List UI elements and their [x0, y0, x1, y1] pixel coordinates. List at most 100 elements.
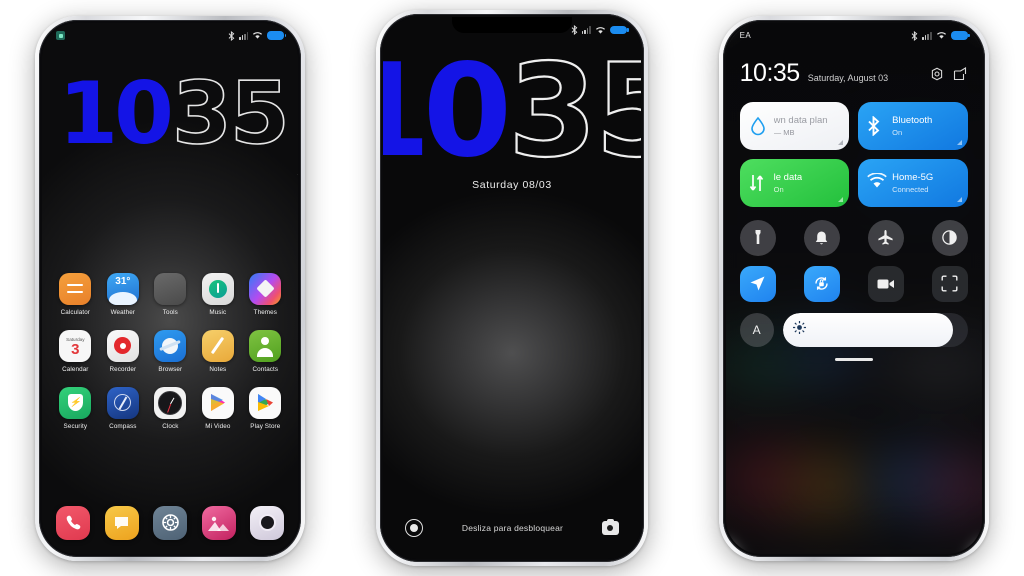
- scanner-icon[interactable]: [931, 265, 968, 302]
- control-center-panel: 10:35 Saturday, August 03 wn data plan —…: [726, 23, 982, 554]
- calendar-day-number: 3: [71, 341, 80, 358]
- app-label: Weather: [110, 308, 136, 316]
- tile-expand-corner[interactable]: [838, 196, 844, 202]
- app-tools[interactable]: Tools: [149, 272, 191, 316]
- tools-folder-icon: [154, 272, 187, 305]
- cc-date: Saturday, August 03: [807, 72, 889, 83]
- clock-hours: 10: [58, 63, 174, 164]
- dark-mode-icon[interactable]: [931, 219, 968, 256]
- tile-title: le data: [773, 171, 803, 183]
- clock-minutes: 35: [171, 63, 290, 164]
- battery-icon: [267, 31, 287, 40]
- signal-bars-icon: [238, 31, 249, 40]
- app-label: Compass: [109, 422, 137, 430]
- auto-brightness-button[interactable]: A: [739, 312, 774, 347]
- edit-icon[interactable]: [953, 66, 968, 81]
- tile-expand-corner[interactable]: [956, 139, 962, 145]
- camera-icon[interactable]: [601, 518, 619, 535]
- app-calculator[interactable]: Calculator: [54, 272, 96, 316]
- app-security[interactable]: ⚡ Security: [54, 386, 96, 430]
- gear-icon[interactable]: [930, 66, 945, 81]
- app-compass[interactable]: Compass: [102, 386, 144, 430]
- tile-expand-corner[interactable]: [956, 196, 962, 202]
- app-recorder[interactable]: Recorder: [102, 329, 144, 373]
- rotation-lock-icon[interactable]: [803, 265, 840, 302]
- settings-icon[interactable]: [153, 505, 188, 540]
- tile-title: wn data plan: [773, 114, 828, 126]
- app-notes[interactable]: Notes: [197, 329, 239, 373]
- browser-icon: [154, 329, 187, 362]
- app-contacts[interactable]: Contacts: [244, 329, 286, 373]
- record-circle-icon[interactable]: [404, 519, 423, 537]
- calculator-icon: [59, 272, 92, 305]
- cc-time: 10:35: [739, 58, 801, 87]
- app-clock[interactable]: Clock: [149, 386, 191, 430]
- status-bar: EA: [726, 23, 982, 49]
- phone-control-center: EA 10:35 Saturday, August 03 wn data pla…: [718, 15, 989, 561]
- screen-recorder-icon[interactable]: [867, 265, 904, 302]
- wifi-icon: [936, 31, 947, 40]
- wifi-icon: [595, 26, 606, 35]
- app-label: Play Store: [250, 422, 281, 430]
- gallery-icon[interactable]: [201, 505, 236, 540]
- bluetooth-icon: [867, 114, 885, 137]
- recorder-icon: [106, 329, 139, 362]
- themes-icon: [249, 272, 282, 305]
- app-label: Recorder: [109, 365, 137, 373]
- phone-home-screen: 10 35 Saturday 03/08/2024 August Calcula…: [35, 15, 306, 561]
- tile-mobile-data[interactable]: le data On: [739, 158, 850, 207]
- phone-icon[interactable]: [56, 505, 91, 540]
- brightness-row: A: [739, 312, 968, 347]
- bluetooth-icon: [571, 25, 578, 35]
- airplane-mode-icon[interactable]: [867, 219, 904, 256]
- app-label: Music: [209, 308, 227, 316]
- phone-bezel: 10 35 Saturday 08/03 Desliza para desblo…: [379, 14, 644, 562]
- round-toggle-row: [739, 219, 968, 256]
- app-browser[interactable]: Browser: [149, 329, 191, 373]
- app-themes[interactable]: Themes: [244, 272, 286, 316]
- messages-icon[interactable]: [104, 505, 139, 540]
- clock-hours: 10: [383, 37, 512, 186]
- app-mi-video[interactable]: Mi Video: [197, 386, 239, 430]
- security-icon: ⚡: [59, 386, 92, 419]
- contacts-icon: [249, 329, 282, 362]
- data-plan-droplet-icon: [749, 116, 767, 136]
- home-screen: 10 35 Saturday 03/08/2024 August Calcula…: [42, 22, 299, 554]
- flashlight-icon[interactable]: [739, 219, 776, 256]
- bluetooth-icon: [911, 30, 918, 41]
- app-grid: Calculator 31° Weather Tools Music Theme…: [42, 272, 298, 444]
- weather-icon: 31°: [106, 272, 139, 305]
- home-indicator[interactable]: [834, 357, 873, 361]
- camera-icon[interactable]: [250, 505, 285, 540]
- app-row: ⚡ Security Compass Clock Mi Video Play S…: [54, 386, 286, 430]
- mi-video-icon: [201, 386, 234, 419]
- tile-title: Home-5G: [892, 171, 934, 183]
- control-center-header: 10:35 Saturday, August 03: [740, 59, 968, 88]
- battery-icon: [950, 31, 970, 40]
- unlock-hint: Desliza para desbloquear: [461, 523, 564, 533]
- app-music[interactable]: Music: [197, 272, 239, 316]
- lock-screen: 10 35 Saturday 08/03 Desliza para desblo…: [382, 17, 641, 559]
- bell-icon[interactable]: [803, 219, 840, 256]
- tile-subtitle: On: [773, 184, 784, 194]
- app-label: Calendar: [62, 365, 89, 373]
- phone-bezel: 10 35 Saturday 03/08/2024 August Calcula…: [39, 19, 302, 557]
- location-icon[interactable]: [739, 265, 776, 302]
- lock-bottom-bar: Desliza para desbloquear: [383, 518, 641, 537]
- notes-icon: [201, 329, 234, 362]
- clock-digits: 10 35: [58, 63, 290, 164]
- dock: [42, 505, 298, 540]
- tile-data-plan[interactable]: wn data plan — MB: [739, 101, 850, 150]
- app-weather[interactable]: 31° Weather: [102, 272, 144, 316]
- tile-expand-corner[interactable]: [838, 139, 844, 145]
- signal-bars-icon: [922, 31, 932, 40]
- tile-wifi[interactable]: Home-5G Connected: [858, 158, 968, 207]
- app-calendar[interactable]: Saturday 3 Calendar: [54, 329, 96, 373]
- music-icon: [201, 272, 234, 305]
- tile-bluetooth[interactable]: Bluetooth On: [858, 101, 968, 150]
- brightness-slider[interactable]: [782, 312, 968, 347]
- auto-brightness-label: A: [752, 322, 761, 337]
- app-play-store[interactable]: Play Store: [244, 386, 286, 430]
- wifi-icon: [252, 31, 263, 40]
- carrier-label: EA: [739, 31, 752, 40]
